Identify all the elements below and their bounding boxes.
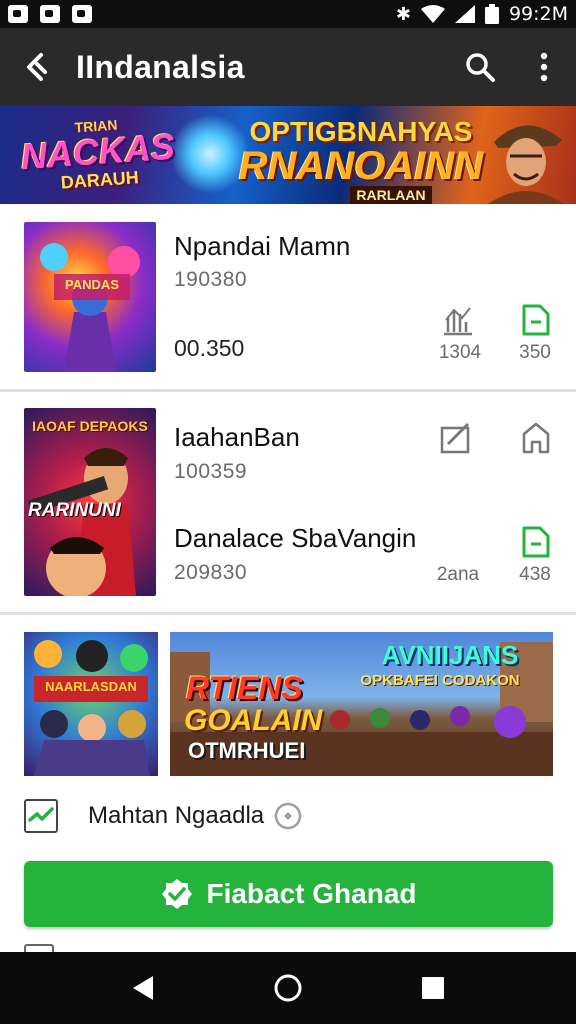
checkbox-label: Mahtan Ngaadla: [88, 802, 265, 829]
hero-left-logo: TRIAN NACKAS DARAUH: [16, 113, 181, 197]
back-icon: [27, 53, 47, 81]
badge-check-icon: [162, 879, 193, 909]
stat-label: 1304: [438, 342, 482, 363]
chart-icon[interactable]: [440, 302, 476, 338]
item-meta: 100359: [174, 460, 248, 483]
nav-recents-button[interactable]: [403, 958, 463, 1018]
hero-right-big: RNANOAINN: [238, 144, 484, 188]
clipboard-icon[interactable]: [518, 302, 554, 338]
wifi-icon: [420, 5, 445, 23]
hero-character-image: [488, 125, 564, 204]
promo-banner-subtitle: OPKBAFEI CODAKON: [360, 672, 520, 689]
primary-action-button[interactable]: Fiabact Ghanad: [24, 861, 553, 927]
primary-action-label: Fiabact Ghanad: [206, 878, 417, 909]
list-item[interactable]: IAOAF DEPAOKS RARINUNI IaahanBan 100359 …: [0, 392, 576, 614]
divider: [0, 612, 576, 615]
promo-thumbnail-art: [34, 640, 150, 776]
list-item[interactable]: PANDAS Npandai Mamn 190380 00.350 1304 3…: [0, 204, 576, 390]
stat-label: 438: [519, 564, 551, 585]
bluetooth-icon: ✱: [395, 3, 411, 25]
nav-back-button[interactable]: [113, 958, 173, 1018]
checkbox[interactable]: [24, 799, 58, 833]
status-time: 99:2M: [508, 3, 568, 25]
page-title: IIndanalsia: [76, 48, 245, 85]
more-vert-icon: [540, 52, 548, 82]
battery-icon: [484, 4, 499, 24]
item-meta: 209830: [174, 561, 248, 584]
system-nav-bar: [0, 952, 576, 1024]
stat-label: 350: [519, 342, 551, 363]
nav-home-button[interactable]: [258, 958, 318, 1018]
game-thumbnail: PANDAS: [24, 222, 156, 372]
status-bar: ✱ 99:2M: [0, 0, 576, 28]
promo-banner[interactable]: AVNIIJANS OPKBAFEI CODAKON RTIENS GOALAI…: [170, 632, 553, 776]
game-thumbnail: IAOAF DEPAOKS RARINUNI: [24, 408, 156, 596]
item-title: Npandai Mamn: [174, 231, 351, 261]
search-icon: [466, 53, 495, 82]
item-meta: 190380: [174, 268, 248, 291]
checkbox-row[interactable]: Mahtan Ngaadla: [24, 796, 302, 836]
image-icon: [40, 5, 60, 23]
hero-right-top: OPTIGBNAHYAS: [249, 116, 473, 147]
camera-icon: [72, 5, 92, 23]
promo-banner-big: GOALAIN: [184, 704, 323, 737]
back-button[interactable]: [0, 28, 76, 106]
thumbnail-text: PANDAS: [65, 277, 119, 292]
edit-icon[interactable]: [438, 420, 474, 456]
clipboard-icon[interactable]: [518, 524, 554, 560]
promo-banner-title: AVNIIJANS: [381, 640, 519, 670]
gallery-icon: [8, 5, 28, 23]
thumbnail-text: RARINUNI: [28, 500, 121, 521]
item-title: IaahanBan: [174, 422, 300, 452]
promo-banner-big: OTMRHUEI: [188, 738, 306, 763]
info-icon[interactable]: [274, 802, 302, 830]
recents-square-icon: [422, 977, 445, 999]
promo-thumbnail[interactable]: NAARLASDAN: [24, 632, 158, 776]
thumbnail-text: IAOAF DEPAOKS: [32, 418, 148, 434]
item-subtitle: Danalace SbaVangin: [174, 523, 417, 553]
more-options-button[interactable]: [512, 28, 576, 106]
home-circle-icon: [274, 974, 302, 1002]
signal-icon: [454, 5, 475, 23]
home-icon[interactable]: [518, 420, 554, 456]
back-triangle-icon: [132, 976, 153, 1000]
item-price: 00.350: [174, 335, 245, 361]
hero-right-logo: OPTIGBNAHYAS RNANOAINN RARLAAN: [236, 118, 486, 204]
search-button[interactable]: [448, 28, 512, 106]
promo-banner-big: RTIENS: [186, 670, 303, 706]
thumbnail-art: [40, 243, 140, 372]
check-icon: [28, 807, 54, 822]
promo-thumbnail-text: NAARLASDAN: [45, 679, 137, 694]
hero-right-sub: RARLAAN: [350, 186, 432, 204]
stat-label: 2ana: [436, 564, 480, 585]
hero-banner[interactable]: TRIAN NACKAS DARAUH OPTIGBNAHYAS RNANOAI…: [0, 106, 576, 204]
app-bar: IIndanalsia: [0, 28, 576, 106]
